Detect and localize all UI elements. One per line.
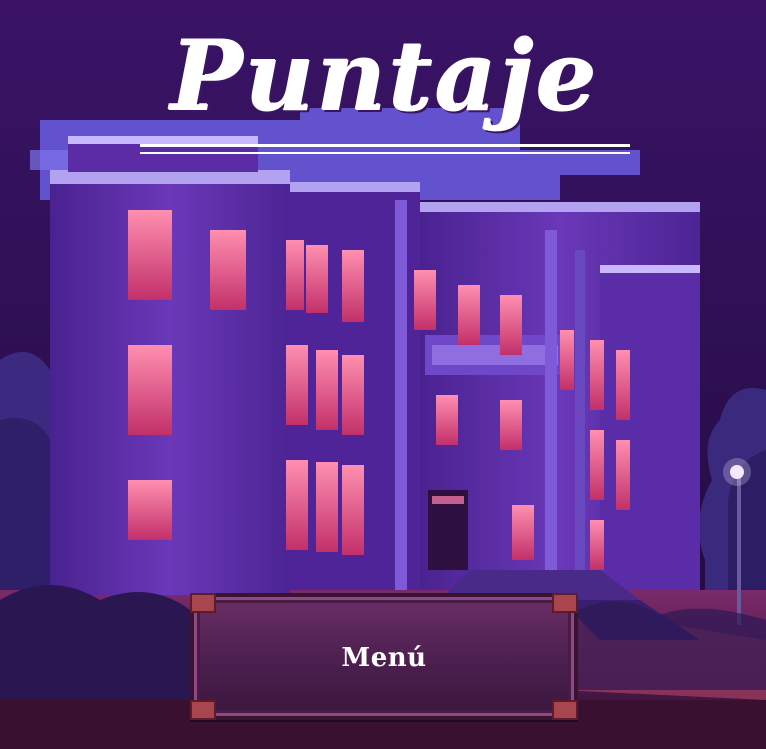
button-corner-ornament: [190, 700, 216, 720]
score-screen: Puntaje Menú: [0, 0, 766, 749]
page-title: Puntaje: [170, 20, 600, 133]
menu-button-label: Menú: [341, 643, 427, 673]
menu-button[interactable]: Menú: [190, 593, 578, 720]
title-banner: Puntaje: [140, 18, 630, 154]
title-underline-secondary: [140, 152, 630, 154]
button-corner-ornament: [190, 593, 216, 613]
button-corner-ornament: [552, 593, 578, 613]
button-corner-ornament: [552, 700, 578, 720]
title-underline: [140, 144, 630, 147]
